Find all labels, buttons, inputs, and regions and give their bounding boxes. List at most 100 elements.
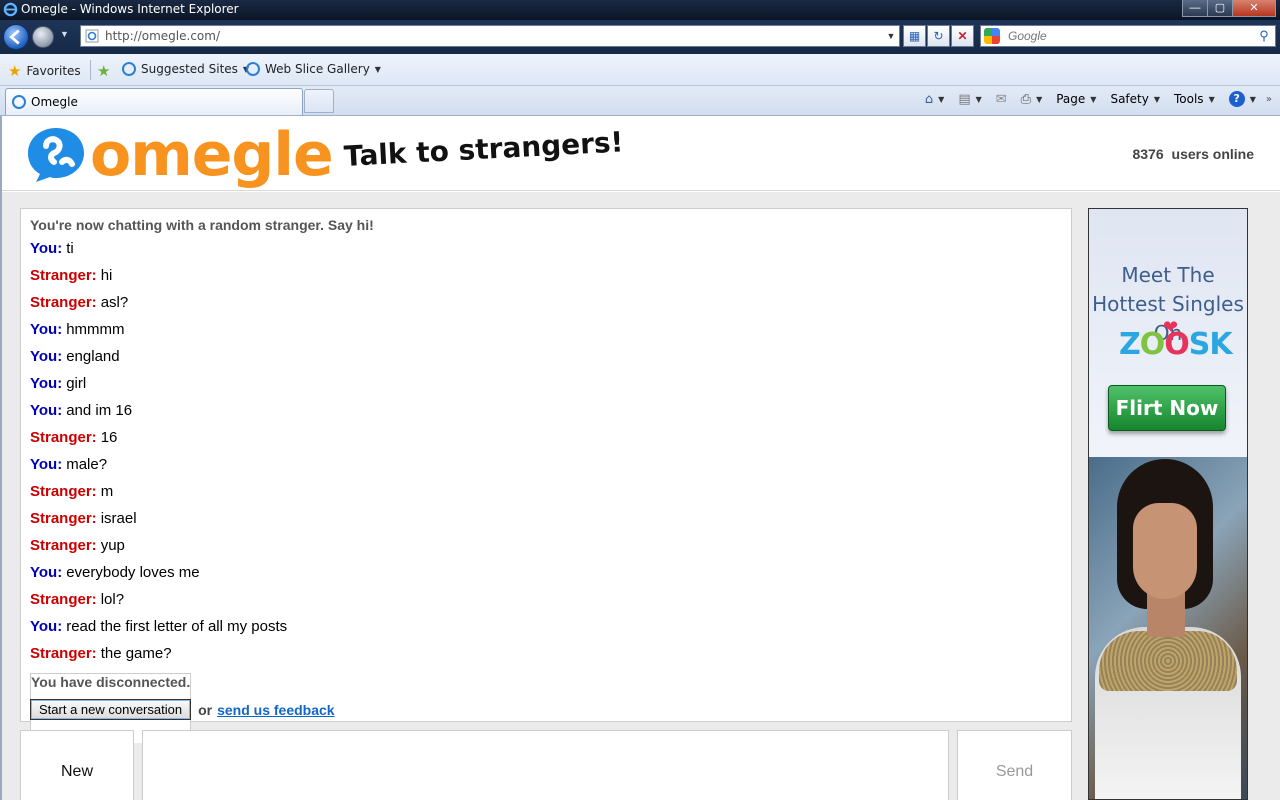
message-text: ti <box>66 240 74 257</box>
close-window-button[interactable]: ✕ <box>1232 0 1276 17</box>
safety-menu[interactable]: Safety ▼ <box>1110 92 1160 106</box>
chat-message: You: england <box>30 348 120 365</box>
address-bar[interactable]: http://omegle.com/ ▼ <box>80 25 900 47</box>
favorites-label: Favorites <box>26 64 81 78</box>
history-dropdown-icon[interactable]: ▼ <box>60 29 69 39</box>
message-text: and im 16 <box>66 402 133 419</box>
minimize-button[interactable]: — <box>1182 0 1208 17</box>
refresh-button[interactable]: ↻ <box>927 25 950 47</box>
chevron-down-icon: ▼ <box>1036 94 1043 104</box>
ie-logo-icon <box>3 2 18 17</box>
or-label: or <box>198 701 213 718</box>
chat-message: You: ti <box>30 240 74 257</box>
sender-you-label: You: <box>30 618 63 635</box>
sender-stranger-label: Stranger: <box>30 537 97 554</box>
mail-button[interactable]: ✉ <box>996 92 1007 107</box>
message-text: read the first letter of all my posts <box>66 618 288 635</box>
send-button[interactable]: Send <box>957 730 1072 800</box>
message-text: girl <box>66 375 87 392</box>
message-text: everybody loves me <box>66 564 200 581</box>
chat-actions: Start a new conversation or send us feed… <box>30 699 335 720</box>
chat-message: You: hmmmm <box>30 321 125 338</box>
print-button[interactable]: ⎙ ▼ <box>1021 92 1043 107</box>
address-actions: ▦ ↻ ✕ <box>902 25 974 47</box>
help-menu[interactable]: ? ▼ <box>1228 91 1256 107</box>
rss-icon: ▤ <box>958 91 971 107</box>
back-button[interactable] <box>3 24 29 50</box>
search-box[interactable]: Google ⚲ <box>980 25 1276 47</box>
message-text: hmmmm <box>66 321 125 338</box>
message-input[interactable] <box>142 730 949 800</box>
chat-message: You: read the first letter of all my post… <box>30 618 287 635</box>
message-text: m <box>100 483 114 500</box>
compatibility-view-button[interactable]: ▦ <box>903 25 926 47</box>
new-button[interactable]: New <box>20 730 134 800</box>
users-online-label: users online <box>1171 146 1254 162</box>
ad-photo-sequins <box>1099 631 1237 691</box>
stop-button[interactable]: ✕ <box>951 25 974 47</box>
add-favorite-star-icon: ★ <box>97 62 111 80</box>
search-input[interactable]: Google <box>1008 29 1253 43</box>
favorites-button[interactable]: ★ Favorites <box>8 62 81 80</box>
zoosk-logo: ZOOSK <box>1119 327 1233 362</box>
chat-message: Stranger: asl? <box>30 294 128 311</box>
tab-label: Omegle <box>31 95 78 109</box>
chevron-down-icon: ▼ <box>1249 94 1256 104</box>
start-new-conversation-button[interactable]: Start a new conversation <box>30 699 192 720</box>
chat-log: You're now chatting with a random strang… <box>20 208 1072 743</box>
window-title: Omegle - Windows Internet Explorer <box>21 2 239 16</box>
message-text: 16 <box>100 429 118 446</box>
page-menu-label: Page <box>1056 92 1086 106</box>
flirt-now-button[interactable]: Flirt Now <box>1108 385 1226 431</box>
chat-message: Stranger: hi <box>30 267 112 284</box>
page-menu[interactable]: Page ▼ <box>1056 92 1096 106</box>
address-dropdown-icon[interactable]: ▼ <box>883 31 899 41</box>
toolbar-overflow-icon[interactable]: » <box>1266 94 1272 105</box>
favorites-star-icon: ★ <box>8 62 22 80</box>
address-input[interactable]: http://omegle.com/ <box>105 29 883 43</box>
chat-message: Stranger: the game? <box>30 645 172 662</box>
sender-stranger-label: Stranger: <box>30 267 97 284</box>
message-text: lol? <box>100 591 125 608</box>
sender-you-label: You: <box>30 375 63 392</box>
chevron-down-icon: ▼ <box>975 94 982 104</box>
zoosk-ad[interactable]: Meet The Hottest Singles On ❤ ZOOSK Flir… <box>1088 208 1248 800</box>
chat-message: You: male? <box>30 456 107 473</box>
back-arrow-icon <box>9 29 20 45</box>
page-ie-icon <box>85 29 99 43</box>
web-slice-gallery-link[interactable]: Web Slice Gallery ▼ <box>246 62 381 76</box>
chat-message: Stranger: israel <box>30 510 137 527</box>
chat-message: You: and im 16 <box>30 402 132 419</box>
chat-message: You: girl <box>30 375 86 392</box>
home-button[interactable]: ⌂ ▼ <box>925 92 944 107</box>
maximize-button[interactable]: ▢ <box>1207 0 1233 17</box>
favorites-bar: ★ Favorites ★ Suggested Sites ▼ Web Slic… <box>0 54 1280 86</box>
site-header: omegle Talk to strangers! 8376 users onl… <box>2 116 1280 191</box>
chat-message: Stranger: m <box>30 483 113 500</box>
feeds-button[interactable]: ▤ ▼ <box>958 92 981 107</box>
message-text: the game? <box>100 645 172 662</box>
mail-icon: ✉ <box>995 91 1007 107</box>
tab-omegle[interactable]: Omegle <box>5 88 303 115</box>
chevron-down-icon: ▼ <box>938 94 945 104</box>
message-text: male? <box>66 456 108 473</box>
new-tab-button[interactable] <box>304 89 334 113</box>
forward-button[interactable] <box>32 26 54 48</box>
search-icon[interactable]: ⚲ <box>1253 28 1275 44</box>
send-feedback-link[interactable]: send us feedback <box>217 702 335 718</box>
window-controls: — ▢ ✕ <box>1182 0 1276 18</box>
message-text: hi <box>100 267 113 284</box>
message-text: asl? <box>100 294 129 311</box>
site-tagline: Talk to strangers! <box>343 125 625 173</box>
suggested-sites-link[interactable]: Suggested Sites ▼ <box>122 62 249 76</box>
printer-icon: ⎙ <box>1020 91 1032 107</box>
message-text: israel <box>100 510 137 527</box>
tools-menu[interactable]: Tools ▼ <box>1174 92 1215 106</box>
tools-menu-label: Tools <box>1174 92 1204 106</box>
web-slice-label: Web Slice Gallery <box>265 62 370 76</box>
sender-stranger-label: Stranger: <box>30 510 97 527</box>
add-favorite-button[interactable]: ★ <box>97 62 115 80</box>
sender-stranger-label: Stranger: <box>30 429 97 446</box>
sender-stranger-label: Stranger: <box>30 645 97 662</box>
message-text: england <box>66 348 120 365</box>
